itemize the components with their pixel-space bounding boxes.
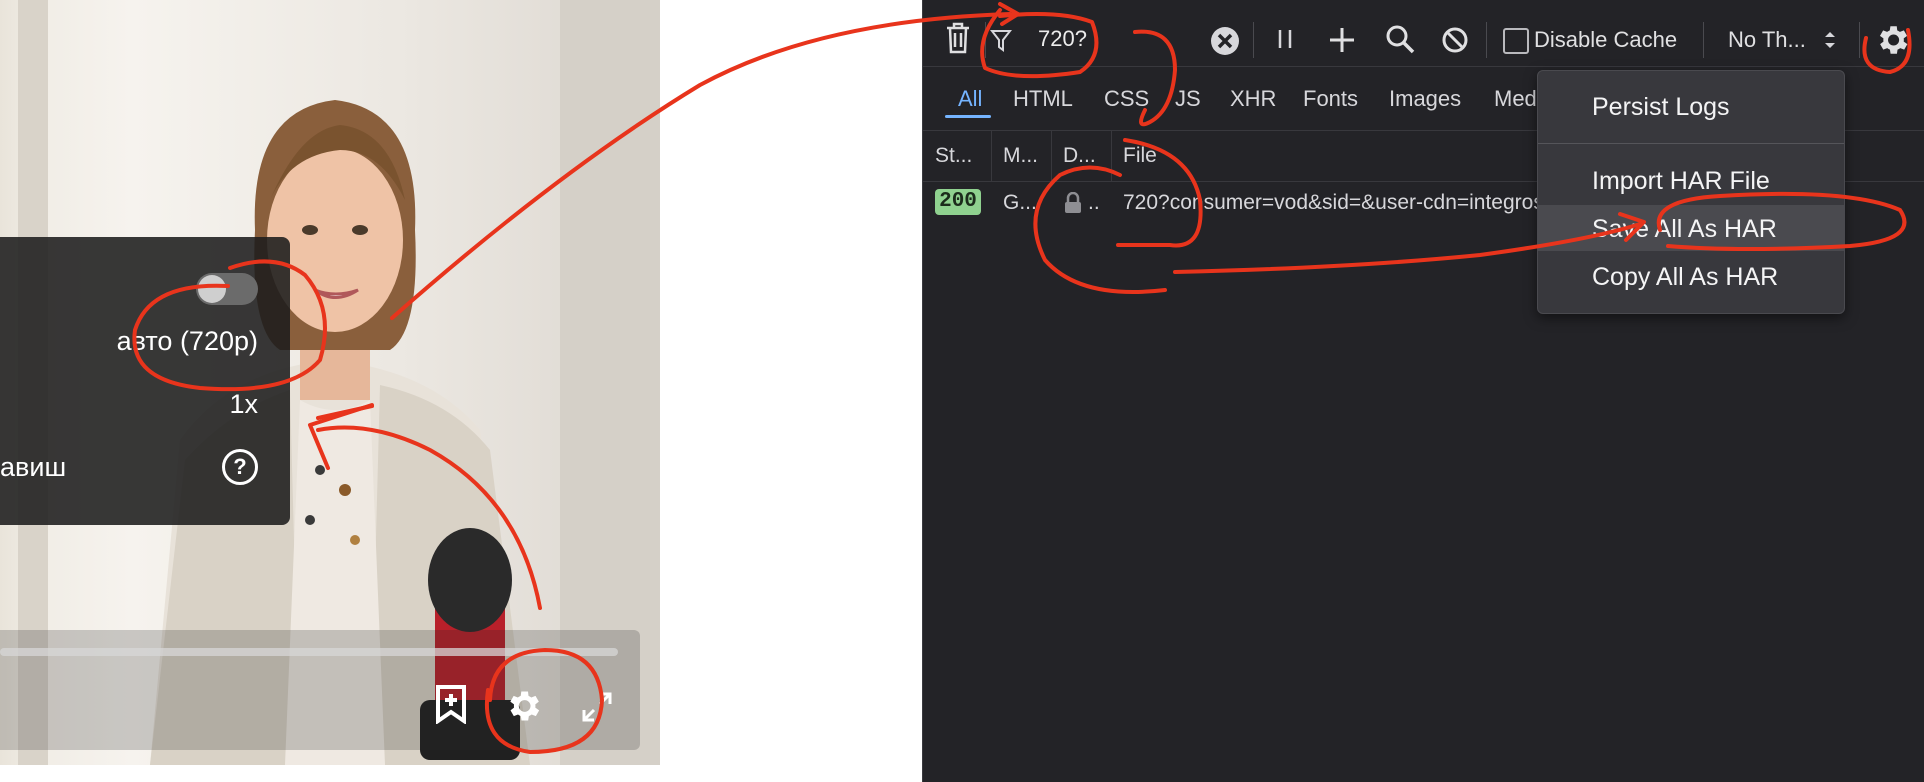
help-icon[interactable]: ? [222, 449, 258, 485]
gear-icon[interactable] [503, 686, 543, 726]
column-divider[interactable] [1111, 131, 1112, 181]
column-status[interactable]: St... [935, 144, 972, 168]
tab-xhr[interactable]: XHR [1230, 86, 1276, 112]
autoplay-toggle[interactable] [196, 273, 258, 305]
bookmark-add-icon[interactable] [435, 684, 467, 724]
fullscreen-icon[interactable] [580, 690, 614, 724]
plus-icon[interactable] [1328, 26, 1356, 54]
player-settings-menu: авто (720p) 1x авиш ? [0, 237, 290, 525]
tab-images[interactable]: Images [1389, 86, 1461, 112]
block-icon[interactable] [1441, 26, 1469, 54]
speed-value: 1x [229, 389, 258, 419]
divider [1859, 22, 1860, 58]
quality-value: авто (720p) [116, 326, 258, 356]
tab-all[interactable]: All [958, 86, 982, 112]
search-icon[interactable] [1385, 24, 1415, 54]
column-domain[interactable]: D... [1063, 144, 1096, 168]
file-cell: 720?consumer=vod&sid=&user-cdn=integrosp [1123, 191, 1556, 214]
filter-icon [990, 30, 1012, 52]
tab-fonts[interactable]: Fonts [1303, 86, 1358, 112]
menu-item-label: Import HAR File [1592, 167, 1770, 195]
column-divider[interactable] [991, 131, 992, 181]
menu-item-persist-logs[interactable]: Persist Logs [1538, 83, 1844, 129]
hotkeys-label: авиш [0, 452, 67, 482]
divider [1486, 22, 1487, 58]
tab-css[interactable]: CSS [1104, 86, 1149, 112]
filter-value: 720? [1038, 26, 1087, 51]
hotkeys-row[interactable]: авиш ? [0, 435, 290, 497]
column-divider[interactable] [1051, 131, 1052, 181]
video-player[interactable]: авто (720p) 1x авиш ? [0, 0, 660, 765]
trash-icon[interactable] [945, 22, 971, 54]
tab-js[interactable]: JS [1175, 86, 1201, 112]
updown-chevron-icon [1825, 32, 1835, 48]
autoplay-row[interactable] [0, 247, 290, 309]
column-method[interactable]: M... [1003, 144, 1038, 168]
status-badge: 200 [935, 189, 981, 215]
method-cell: G... [1003, 191, 1037, 214]
menu-item-label: Save All As HAR [1592, 215, 1777, 243]
quality-row[interactable]: авто (720p) [0, 309, 290, 371]
disable-cache-checkbox[interactable] [1503, 28, 1529, 54]
column-file[interactable]: File [1123, 144, 1157, 168]
menu-divider [1538, 143, 1844, 144]
tab-html[interactable]: HTML [1013, 86, 1073, 112]
progress-bar[interactable] [0, 648, 618, 656]
network-toolbar: 720? Disable Cache No Th... [923, 12, 1924, 67]
toggle-knob [198, 275, 226, 303]
menu-item-import-har[interactable]: Import HAR File [1538, 157, 1844, 203]
gear-icon[interactable] [1873, 21, 1911, 59]
domain-cell: .. [1088, 191, 1100, 214]
disable-cache-label[interactable]: Disable Cache [1534, 27, 1677, 53]
divider [1703, 22, 1704, 58]
devtools-network-panel: 720? Disable Cache No Th... All HTML CSS… [922, 0, 1924, 782]
clear-filter-icon[interactable] [1210, 26, 1240, 56]
active-tab-indicator [945, 115, 991, 118]
menu-item-label: Persist Logs [1592, 93, 1730, 121]
speed-row[interactable]: 1x [0, 372, 290, 434]
network-settings-menu: Persist Logs Import HAR File Save All As… [1537, 70, 1845, 314]
lock-icon [1065, 192, 1081, 213]
pause-icon[interactable] [1275, 28, 1295, 50]
menu-item-label: Copy All As HAR [1592, 263, 1779, 291]
menu-item-copy-all-har[interactable]: Copy All As HAR [1538, 253, 1844, 299]
divider [1253, 22, 1254, 58]
throttle-select[interactable]: No Th... [1728, 27, 1806, 53]
menu-item-save-all-har[interactable]: Save All As HAR [1538, 205, 1844, 251]
